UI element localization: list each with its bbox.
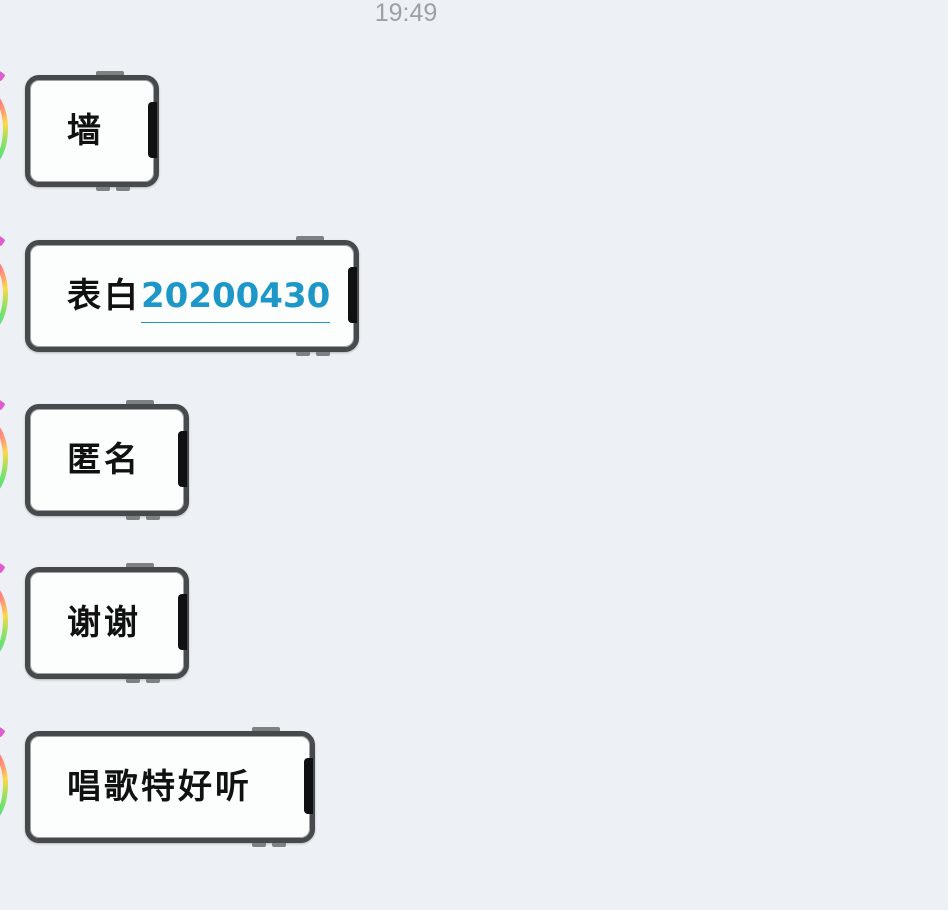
message-bubble-1[interactable]: 墙 bbox=[25, 71, 159, 191]
message-text: 墙 bbox=[67, 111, 104, 151]
message-timestamp: 19:49 bbox=[374, 0, 438, 27]
message-link[interactable]: 20200430 bbox=[141, 276, 331, 323]
message-text: 唱歌特好听 bbox=[67, 767, 252, 807]
phone-frame-button-icon bbox=[252, 843, 266, 847]
message-bubble-5[interactable]: 唱歌特好听 bbox=[25, 727, 315, 847]
phone-frame-button-icon bbox=[96, 71, 124, 75]
phone-frame-button-icon bbox=[126, 516, 140, 520]
avatar-badge-icon bbox=[0, 726, 6, 738]
avatar-badge-icon bbox=[0, 70, 6, 82]
phone-frame-button-icon bbox=[316, 352, 330, 356]
avatar-icon[interactable] bbox=[0, 90, 8, 168]
phone-notch-icon bbox=[304, 758, 313, 814]
phone-frame-button-icon bbox=[146, 516, 160, 520]
phone-frame-button-icon bbox=[126, 400, 154, 404]
phone-notch-icon bbox=[178, 431, 187, 487]
phone-frame-button-icon bbox=[146, 679, 160, 683]
phone-frame-button-icon bbox=[116, 187, 130, 191]
phone-frame-button-icon bbox=[272, 843, 286, 847]
message-text: 匿名 bbox=[67, 440, 141, 480]
phone-notch-icon bbox=[348, 267, 357, 323]
phone-frame-button-icon bbox=[252, 727, 280, 731]
phone-notch-icon bbox=[148, 102, 157, 158]
message-text-plain: 表白 bbox=[67, 276, 141, 316]
message-bubble-4[interactable]: 谢谢 bbox=[25, 563, 189, 683]
message-text: 表白20200430 bbox=[67, 245, 331, 347]
phone-frame-button-icon bbox=[96, 187, 110, 191]
phone-notch-icon bbox=[178, 594, 187, 650]
phone-frame-button-icon bbox=[296, 236, 324, 240]
message-bubble-3[interactable]: 匿名 bbox=[25, 400, 189, 520]
avatar-icon[interactable] bbox=[0, 746, 8, 824]
message-bubble-2[interactable]: 表白20200430 bbox=[25, 236, 359, 356]
phone-frame-button-icon bbox=[296, 352, 310, 356]
phone-frame-button-icon bbox=[126, 679, 140, 683]
avatar-badge-icon bbox=[0, 399, 6, 411]
phone-frame-button-icon bbox=[126, 563, 154, 567]
message-text: 谢谢 bbox=[67, 603, 141, 643]
avatar-icon[interactable] bbox=[0, 255, 8, 333]
avatar-badge-icon bbox=[0, 235, 6, 247]
avatar-icon[interactable] bbox=[0, 582, 8, 660]
avatar-icon[interactable] bbox=[0, 419, 8, 497]
avatar-badge-icon bbox=[0, 562, 6, 574]
